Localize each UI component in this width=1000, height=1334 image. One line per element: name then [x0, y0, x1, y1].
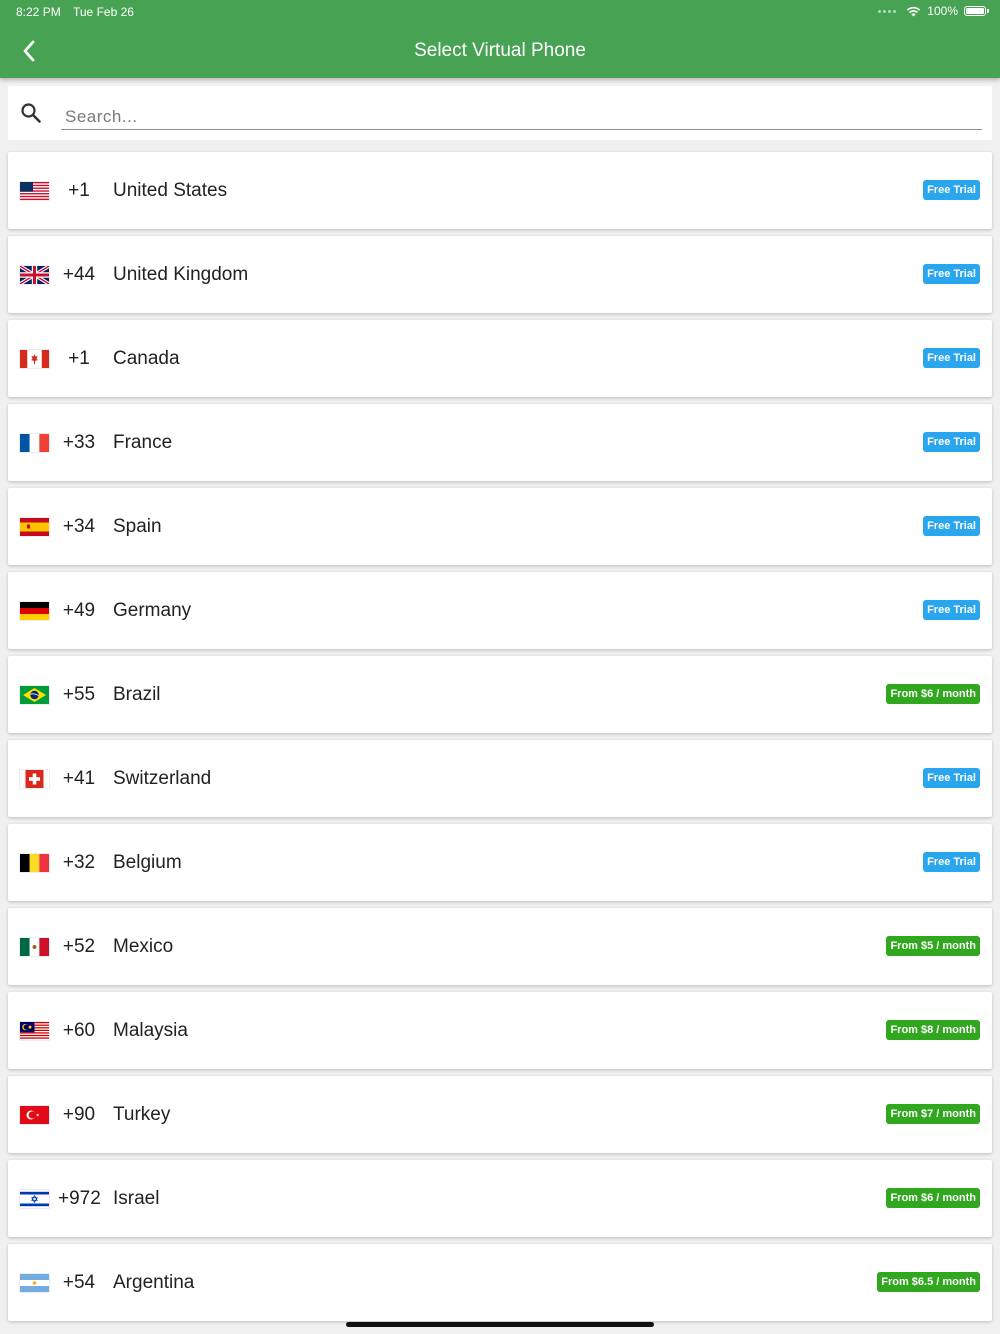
dial-code: +90 [62, 1104, 96, 1125]
home-indicator [346, 1322, 654, 1327]
flag-ar-icon [20, 1274, 49, 1292]
country-row[interactable]: +1 United States Free Trial [8, 152, 992, 229]
app-header: 8:22 PM Tue Feb 26 100% Select Virtual P… [0, 0, 1000, 78]
country-name: Israel [113, 1188, 160, 1209]
flag-es-icon [20, 518, 49, 536]
flag-gb-icon [20, 266, 49, 284]
free-trial-badge: Free Trial [923, 852, 980, 872]
wifi-icon [907, 6, 921, 16]
dial-code: +60 [62, 1020, 96, 1041]
flag-mx-icon [20, 938, 49, 956]
status-indicators: 100% [878, 4, 989, 18]
dial-code: +54 [62, 1272, 96, 1293]
country-row[interactable]: +60 Malaysia From $8 / month [8, 992, 992, 1069]
country-row[interactable]: +972 Israel From $6 / month [8, 1160, 992, 1237]
flag-il-icon [20, 1190, 49, 1208]
country-name: Switzerland [113, 768, 212, 789]
dial-code: +44 [62, 264, 96, 285]
country-name: Spain [113, 516, 162, 537]
dial-code: +972 [58, 1188, 101, 1209]
dial-code: +1 [68, 180, 90, 201]
country-row[interactable]: +33 France Free Trial [8, 404, 992, 481]
flag-us-icon [20, 182, 49, 200]
country-name: Malaysia [113, 1020, 188, 1041]
price-badge: From $6.5 / month [877, 1272, 980, 1292]
country-name: Argentina [113, 1272, 195, 1293]
flag-be-icon [20, 854, 49, 872]
page-title: Select Virtual Phone [414, 40, 586, 61]
status-time: 8:22 PM [16, 5, 61, 19]
country-row[interactable]: +41 Switzerland Free Trial [8, 740, 992, 817]
flag-tr-icon [20, 1106, 49, 1124]
status-bar: 8:22 PM Tue Feb 26 100% [0, 0, 1000, 24]
flag-ca-icon [20, 350, 49, 368]
flag-fr-icon [20, 434, 49, 452]
free-trial-badge: Free Trial [923, 600, 980, 620]
country-row[interactable]: +34 Spain Free Trial [8, 488, 992, 565]
status-date: Tue Feb 26 [73, 5, 134, 19]
country-name: Brazil [113, 684, 161, 705]
country-row[interactable]: +54 Argentina From $6.5 / month [8, 1244, 992, 1321]
country-row[interactable]: +1 Canada Free Trial [8, 320, 992, 397]
free-trial-badge: Free Trial [923, 180, 980, 200]
country-name: Germany [113, 600, 192, 621]
dial-code: +1 [68, 348, 90, 369]
country-row[interactable]: +55 Brazil From $6 / month [8, 656, 992, 733]
flag-ch-icon [20, 770, 49, 788]
dial-code: +52 [62, 936, 96, 957]
battery-icon [964, 6, 989, 16]
price-badge: From $5 / month [886, 936, 980, 956]
dial-code: +32 [62, 852, 96, 873]
free-trial-badge: Free Trial [923, 516, 980, 536]
free-trial-badge: Free Trial [923, 348, 980, 368]
country-name: France [113, 432, 173, 453]
free-trial-badge: Free Trial [923, 264, 980, 284]
flag-br-icon [20, 686, 49, 704]
country-list: +1 United States Free Trial +44 United Kingd… [8, 152, 992, 1328]
dial-code: +41 [62, 768, 96, 789]
search-icon [21, 103, 41, 123]
free-trial-badge: Free Trial [923, 432, 980, 452]
price-badge: From $7 / month [886, 1104, 980, 1124]
battery-percent: 100% [927, 4, 958, 18]
country-row[interactable]: +49 Germany Free Trial [8, 572, 992, 649]
dial-code: +34 [62, 516, 96, 537]
price-badge: From $6 / month [886, 1188, 980, 1208]
dial-code: +55 [62, 684, 96, 705]
country-row[interactable]: +90 Turkey From $7 / month [8, 1076, 992, 1153]
country-row[interactable]: +52 Mexico From $5 / month [8, 908, 992, 985]
country-row[interactable]: +32 Belgium Free Trial [8, 824, 992, 901]
country-row[interactable]: +44 United Kingdom Free Trial [8, 236, 992, 313]
search-bar [8, 86, 992, 140]
country-name: United Kingdom [113, 264, 249, 285]
flag-de-icon [20, 602, 49, 620]
dial-code: +49 [62, 600, 96, 621]
flag-my-icon [20, 1022, 49, 1040]
cellular-signal-icon [878, 9, 897, 13]
price-badge: From $8 / month [886, 1020, 980, 1040]
country-name: United States [113, 180, 228, 201]
price-badge: From $6 / month [886, 684, 980, 704]
dial-code: +33 [62, 432, 96, 453]
country-name: Turkey [113, 1104, 171, 1125]
country-name: Belgium [113, 852, 182, 873]
country-name: Mexico [113, 936, 174, 957]
country-name: Canada [113, 348, 180, 369]
free-trial-badge: Free Trial [923, 768, 980, 788]
search-input[interactable] [61, 104, 982, 130]
